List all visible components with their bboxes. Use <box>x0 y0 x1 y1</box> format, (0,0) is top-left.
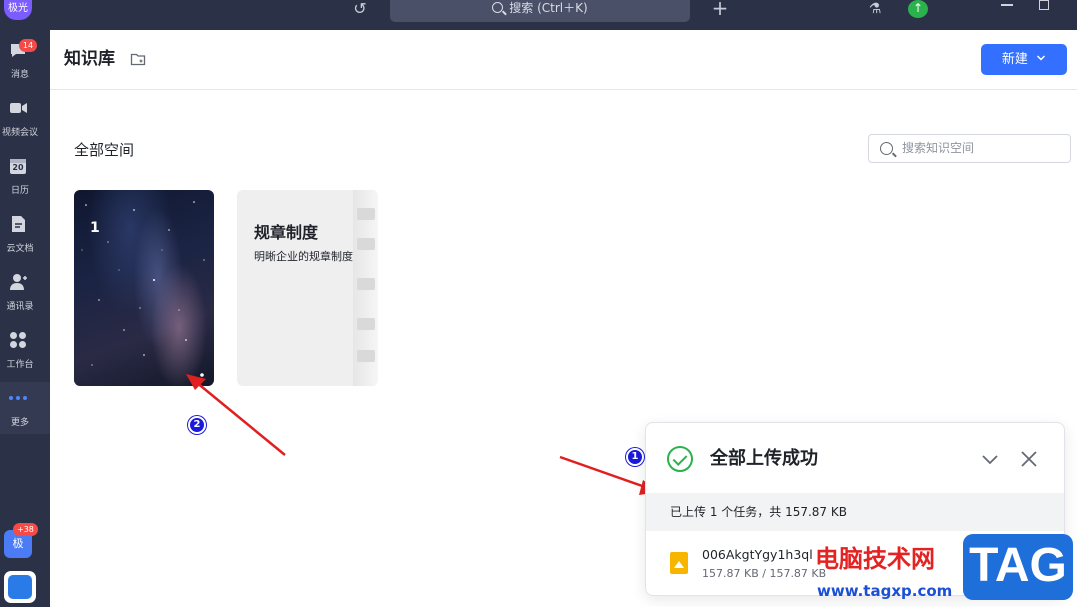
messages-badge: 14 <box>19 39 37 52</box>
sidebar-item-video-meeting[interactable]: 视频会议 <box>0 92 50 144</box>
space-card-description: 明晰企业的规章制度 <box>254 250 353 263</box>
chevron-down-icon[interactable] <box>979 448 1001 470</box>
watermark-logo: TAG <box>963 534 1073 600</box>
sidebar-item-label: 更多 <box>10 418 29 428</box>
page-title: 知识库 <box>64 49 115 69</box>
watermark-site-name: 电脑技术网 <box>815 545 935 573</box>
space-card-title: 1 <box>90 220 100 236</box>
upload-panel-title: 全部上传成功 <box>710 448 818 469</box>
sidebar-item-cloud-docs[interactable]: 云文档 <box>0 208 50 260</box>
annotation-marker-1: 1 <box>626 448 644 466</box>
space-card-title: 规章制度 <box>254 223 319 242</box>
contacts-icon <box>10 274 27 290</box>
new-button[interactable]: 新建 <box>981 44 1067 75</box>
sidebar-item-label: 工作台 <box>6 360 34 370</box>
video-camera-icon <box>10 103 27 113</box>
section-title-all-spaces: 全部空间 <box>74 141 135 159</box>
sidebar-item-label: 云文档 <box>6 244 34 254</box>
user-avatar[interactable]: 极光 <box>4 0 32 20</box>
uploaded-file-name[interactable]: 006AkgtYgy1h3ql <box>702 547 813 563</box>
history-icon[interactable]: ↺ <box>349 0 371 22</box>
chevron-down-icon <box>1037 55 1046 61</box>
app-launcher-icon[interactable] <box>4 571 36 603</box>
more-dots-icon <box>9 396 27 400</box>
space-card-rules[interactable]: 规章制度 明晰企业的规章制度 <box>237 190 378 386</box>
global-search-placeholder: 搜索 (Ctrl＋K) <box>509 1 588 15</box>
sidebar-item-label: 日历 <box>10 186 29 196</box>
search-icon <box>880 142 893 155</box>
watermark-logo-text: TAG <box>969 539 1067 592</box>
global-search-input[interactable]: 搜索 (Ctrl＋K) <box>390 0 690 22</box>
close-icon[interactable] <box>1018 448 1040 470</box>
document-cover-image <box>353 190 378 386</box>
app-launcher-glyph <box>8 575 32 599</box>
cloud-doc-icon <box>12 216 25 232</box>
uploaded-file-size: 157.87 KB / 157.87 KB <box>702 567 827 580</box>
sidebar-item-label: 通讯录 <box>6 302 34 312</box>
notification-settings-icon[interactable]: ⚗ <box>865 0 885 20</box>
workplace-grid-icon <box>10 332 26 348</box>
upload-summary: 已上传 1 个任务，共 157.87 KB <box>646 493 1064 531</box>
sidebar-item-workplace[interactable]: 工作台 <box>0 324 50 376</box>
maximize-window-button[interactable] <box>1039 0 1049 10</box>
new-button-label: 新建 <box>1001 52 1028 67</box>
upgrade-arrow-icon[interactable]: ↑ <box>908 0 928 18</box>
sidebar-item-calendar[interactable]: 20 日历 <box>0 150 50 202</box>
folder-settings-icon[interactable] <box>130 51 146 67</box>
search-icon <box>492 2 504 13</box>
sidebar-item-messages[interactable]: 14 消息 <box>0 34 50 86</box>
sidebar-item-more[interactable]: 更多 <box>0 382 50 434</box>
add-icon[interactable]: + <box>710 0 730 20</box>
calendar-day: 20 <box>12 163 24 172</box>
sidebar-item-label: 视频会议 <box>1 128 38 138</box>
watermark-url: www.tagxp.com <box>817 582 953 600</box>
header-divider <box>50 89 1077 90</box>
title-bar: 极光 ↺ 搜索 (Ctrl＋K) + ⚗ ↑ <box>0 0 1077 30</box>
sidebar: 14 消息 视频会议 20 日历 云文档 通讯录 工作台 更多 极 +38 <box>0 30 50 607</box>
image-file-icon <box>670 552 688 574</box>
jiguang-app-badge: +38 <box>13 523 38 536</box>
sidebar-item-contacts[interactable]: 通讯录 <box>0 266 50 318</box>
space-card-galaxy[interactable]: 1 <box>74 190 214 386</box>
sidebar-item-label: 消息 <box>10 70 29 80</box>
minimize-window-button[interactable] <box>1001 4 1013 6</box>
space-search-input[interactable]: 搜索知识空间 <box>868 134 1071 163</box>
space-search-placeholder: 搜索知识空间 <box>902 141 975 155</box>
success-check-icon <box>667 446 693 472</box>
annotation-marker-2: 2 <box>188 416 206 434</box>
